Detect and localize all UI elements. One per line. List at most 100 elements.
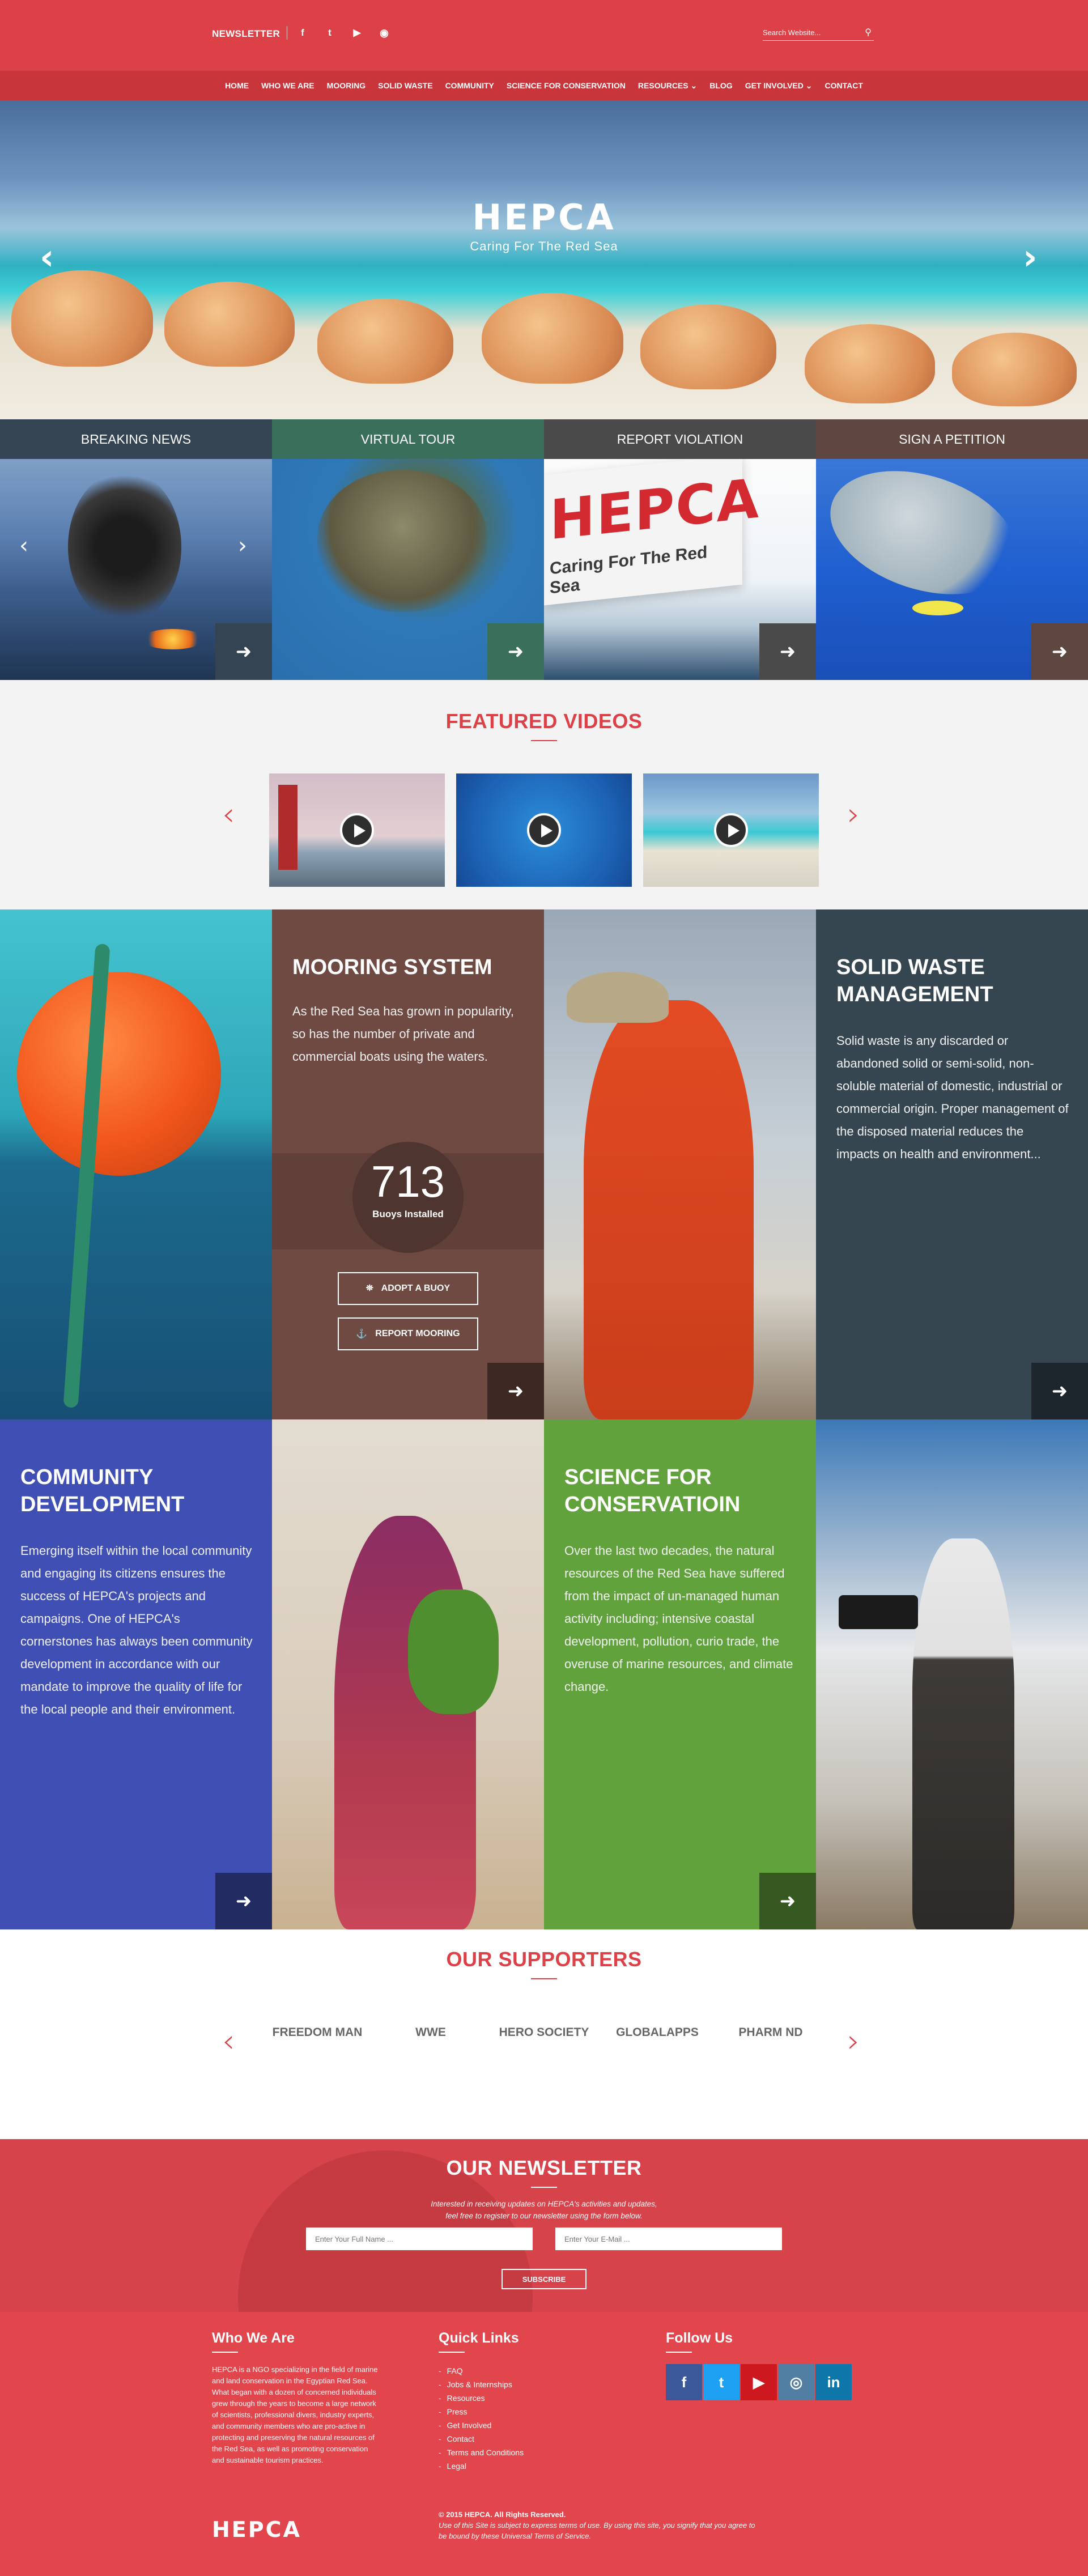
subscribe-button[interactable]: SUBSCRIBE: [502, 2269, 586, 2289]
title-rule: [531, 1978, 557, 1979]
footer-logo[interactable]: HEPCA: [212, 2517, 301, 2542]
supporters-prev-arrow[interactable]: ‹: [222, 2023, 235, 2060]
hero-image-crab: [952, 333, 1077, 406]
newsletter-intro: Interested in receiving updates on HEPCA…: [0, 2198, 1088, 2222]
anchor-icon: ⚓: [356, 1329, 368, 1339]
youtube-icon[interactable]: ▶: [741, 2364, 777, 2400]
tile-virtual-tour[interactable]: VIRTUAL TOUR ➜: [272, 419, 544, 680]
section-title: OUR SUPPORTERS: [446, 1948, 642, 1971]
nav-solid-waste[interactable]: SOLID WASTE: [378, 81, 432, 90]
tile-title: BREAKING NEWS: [0, 419, 272, 459]
supporters-next-arrow[interactable]: ›: [847, 2023, 860, 2060]
go-arrow-icon[interactable]: ➜: [759, 623, 816, 680]
nav-contact[interactable]: CONTACT: [825, 81, 863, 90]
supporters: OUR SUPPORTERS ‹ FREEDOM MAN WWE HERO SO…: [0, 1929, 1088, 2139]
rss-icon[interactable]: ◉: [379, 27, 390, 39]
footer-link-jobs[interactable]: Jobs & Internships: [439, 2378, 524, 2391]
tile-breaking-news[interactable]: BREAKING NEWS ‹ › ➜: [0, 419, 272, 680]
nav-science[interactable]: SCIENCE FOR CONSERVATION: [507, 81, 626, 90]
go-arrow-icon[interactable]: ➜: [1031, 1363, 1088, 1419]
card-title: COMMUNITY DEVELOPMENT: [20, 1465, 185, 1516]
card-community-development: COMMUNITY DEVELOPMENT Emerging itself wi…: [0, 1419, 272, 1929]
video-thumb-diver[interactable]: [456, 773, 632, 887]
youtube-icon[interactable]: ▶: [351, 27, 363, 39]
copyright-text: © 2015 HEPCA. All Rights Reserved.: [439, 2510, 566, 2519]
featured-videos: FEATURED VIDEOS ‹ ›: [0, 680, 1088, 909]
nav-blog[interactable]: BLOG: [709, 81, 732, 90]
footer-link-terms[interactable]: Terms and Conditions: [439, 2446, 524, 2459]
supporter-logo[interactable]: FREEDOM MAN: [272, 2026, 363, 2039]
supporter-logo[interactable]: WWE: [385, 2026, 476, 2039]
search-input[interactable]: [763, 25, 853, 40]
footer-link-faq[interactable]: FAQ: [439, 2364, 524, 2378]
go-arrow-icon[interactable]: ➜: [487, 623, 544, 680]
tile-sign-petition[interactable]: SIGN A PETITION ➜: [816, 419, 1088, 680]
facebook-icon[interactable]: f: [666, 2364, 702, 2400]
play-icon[interactable]: [714, 813, 748, 847]
image-mother-child: [272, 1419, 544, 1929]
footer: Who We Are HEPCA is a NGO specializing i…: [0, 2312, 1088, 2576]
go-arrow-icon[interactable]: ➜: [487, 1363, 544, 1419]
supporter-logo[interactable]: HERO SOCIETY: [499, 2026, 589, 2039]
tile-title: REPORT VIOLATION: [544, 419, 816, 459]
image-cameraman: [816, 1419, 1088, 1929]
videos-prev-arrow[interactable]: ‹: [222, 796, 235, 833]
nav-get-involved[interactable]: GET INVOLVED ⌄: [745, 81, 813, 91]
report-mooring-button[interactable]: ⚓ REPORT MOORING: [338, 1317, 478, 1350]
videos-next-arrow[interactable]: ›: [847, 796, 860, 833]
video-thumb-crabs[interactable]: [643, 773, 819, 887]
play-icon[interactable]: [340, 813, 374, 847]
go-arrow-icon[interactable]: ➜: [215, 623, 272, 680]
tile-report-violation[interactable]: REPORT VIOLATION HEPCA Caring For The Re…: [544, 419, 816, 680]
nav-who-we-are[interactable]: WHO WE ARE: [261, 81, 314, 90]
linkedin-icon[interactable]: in: [815, 2364, 852, 2400]
section-title: FEATURED VIDEOS: [445, 709, 643, 733]
footer-link-legal[interactable]: Legal: [439, 2459, 524, 2473]
adopt-a-buoy-button[interactable]: ⛯ ADOPT A BUOY: [338, 1272, 478, 1305]
news-next-arrow[interactable]: ›: [238, 533, 247, 559]
section-title: OUR NEWSLETTER: [446, 2156, 642, 2179]
top-bar: NEWSLETTER f t ▶ ◉ ⚲: [0, 0, 1088, 71]
email-input[interactable]: [555, 2228, 782, 2250]
card-title: SCIENCE FOR CONSERVATIOIN: [564, 1465, 741, 1516]
nav-community[interactable]: COMMUNITY: [445, 81, 494, 90]
counter-label: Buoys Installed: [372, 1209, 444, 1219]
copyright: © 2015 HEPCA. All Rights Reserved. Use o…: [439, 2509, 755, 2541]
video-thumb-lighthouse[interactable]: [269, 773, 445, 887]
go-arrow-icon[interactable]: ➜: [759, 1873, 816, 1929]
card-text: Solid waste is any discarded or abandone…: [836, 1034, 1069, 1161]
footer-link-resources[interactable]: Resources: [439, 2391, 524, 2405]
hero-image-crab: [11, 270, 153, 367]
programs-row-2: COMMUNITY DEVELOPMENT Emerging itself wi…: [0, 1419, 1088, 1929]
go-arrow-icon[interactable]: ➜: [215, 1873, 272, 1929]
news-prev-arrow[interactable]: ‹: [19, 533, 28, 559]
go-arrow-icon[interactable]: ➜: [1031, 623, 1088, 680]
twitter-icon[interactable]: t: [703, 2364, 740, 2400]
title-rule: [212, 2352, 238, 2353]
search-icon[interactable]: ⚲: [865, 27, 872, 38]
nav-mooring[interactable]: MOORING: [327, 81, 366, 90]
hero-prev-arrow[interactable]: ‹: [40, 236, 54, 278]
intro-line-1: Interested in receiving updates on HEPCA…: [431, 2200, 657, 2208]
play-icon[interactable]: [527, 813, 561, 847]
hero-next-arrow[interactable]: ›: [1023, 236, 1038, 278]
facebook-icon[interactable]: f: [297, 27, 308, 39]
twitter-icon[interactable]: t: [324, 27, 335, 39]
instagram-icon[interactable]: ◎: [778, 2364, 814, 2400]
supporter-logo[interactable]: PHARM ND: [725, 2026, 816, 2039]
newsletter-link[interactable]: NEWSLETTER: [212, 28, 280, 40]
full-name-input[interactable]: [306, 2228, 533, 2250]
image-buoy: [0, 909, 272, 1419]
programs-row-1: MOORING SYSTEM As the Red Sea has grown …: [0, 909, 1088, 1419]
nav-resources[interactable]: RESOURCES ⌄: [638, 81, 697, 91]
supporter-logos: FREEDOM MAN WWE HERO SOCIETY GLOBALAPPS …: [272, 2026, 816, 2039]
footer-links-title: Quick Links: [439, 2330, 519, 2346]
footer-link-press[interactable]: Press: [439, 2405, 524, 2418]
supporter-logo[interactable]: GLOBALAPPS: [612, 2026, 703, 2039]
card-solid-waste: SOLID WASTE MANAGEMENT Solid waste is an…: [816, 909, 1088, 1419]
nav-home[interactable]: HOME: [225, 81, 249, 90]
footer-link-contact[interactable]: Contact: [439, 2432, 524, 2446]
main-nav: HOME WHO WE ARE MOORING SOLID WASTE COMM…: [0, 71, 1088, 100]
hero-image-crab: [164, 282, 295, 367]
footer-link-get-involved[interactable]: Get Involved: [439, 2418, 524, 2432]
